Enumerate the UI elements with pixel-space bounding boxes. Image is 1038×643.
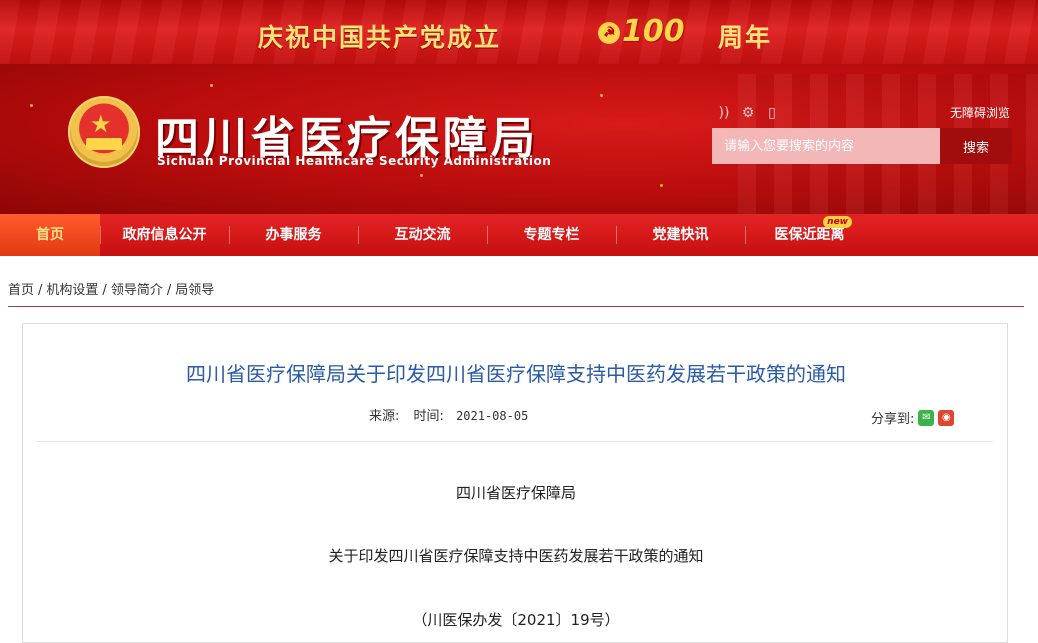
share-bar: 分享到: ✉ ◉ xyxy=(871,408,955,427)
sparkle xyxy=(210,84,213,87)
site-header: ★ 四川省医疗保障局 Sichuan Provincial Healthcare… xyxy=(0,64,1038,214)
sparkle xyxy=(30,104,33,107)
sparkle xyxy=(420,174,423,177)
sparkle xyxy=(660,184,663,187)
banner-number-text: 100 xyxy=(622,14,685,49)
banner-rays xyxy=(0,0,1038,64)
breadcrumb-separator: / xyxy=(38,283,43,298)
national-emblem-icon[interactable]: ★ xyxy=(68,96,140,168)
party-emblem-icon: ☭ xyxy=(598,21,620,44)
breadcrumb-divider xyxy=(8,306,1024,307)
mobile-icon[interactable]: ▯ xyxy=(764,105,780,121)
new-badge: new xyxy=(823,216,852,228)
nav-item-gov-info[interactable]: 政府信息公开 xyxy=(100,214,229,256)
site-subtitle: Sichuan Provincial Healthcare Security A… xyxy=(157,154,552,168)
breadcrumb-home[interactable]: 首页 xyxy=(8,283,34,298)
weibo-icon[interactable]: ◉ xyxy=(938,409,955,426)
share-label: 分享到: xyxy=(871,412,915,427)
article-card: 四川省医疗保障局关于印发四川省医疗保障支持中医药发展若干政策的通知 来源: 时间… xyxy=(22,323,1008,643)
celebration-banner: 庆祝中国共产党成立 ☭ 100 周年 xyxy=(0,0,1038,64)
emblem-gate-icon xyxy=(86,138,122,150)
article-paragraph: 关于印发四川省医疗保障支持中医药发展若干政策的通知 xyxy=(328,547,704,565)
accessibility-link[interactable]: 无障碍浏览 xyxy=(950,104,1010,121)
breadcrumb-separator: / xyxy=(166,283,172,298)
article-date: 2021-08-05 xyxy=(456,409,529,423)
nav-label: 医保近距离 xyxy=(774,227,845,243)
breadcrumb-bureau-leaders[interactable]: 局领导 xyxy=(175,283,214,298)
nav-label: 互动交流 xyxy=(394,227,451,243)
nav-item-party-news[interactable]: 党建快讯 xyxy=(616,214,745,256)
search-input[interactable] xyxy=(712,128,940,164)
article-paragraph: 四川省医疗保障局 xyxy=(455,484,576,502)
time-label: 时间: xyxy=(413,409,444,424)
banner-tail: 周年 xyxy=(718,23,773,52)
article-paragraph: （川医保办发〔2021〕19号） xyxy=(412,611,620,629)
rss-icon[interactable]: )) xyxy=(716,105,732,121)
article-title: 四川省医疗保障局关于印发四川省医疗保障支持中医药发展若干政策的通知 xyxy=(186,362,846,386)
nav-label: 首页 xyxy=(36,227,64,243)
emblem-star-icon: ★ xyxy=(90,110,112,138)
search-button[interactable]: 搜索 xyxy=(940,128,1012,164)
nav-label: 办事服务 xyxy=(265,227,322,243)
nav-item-interaction[interactable]: 互动交流 xyxy=(358,214,487,256)
nav-item-close-up[interactable]: 医保近距离 new xyxy=(745,214,874,256)
banner-number: ☭ 100 xyxy=(598,14,685,49)
breadcrumb: 首页 / 机构设置 / 领导简介 / 局领导 xyxy=(8,279,214,298)
article-divider xyxy=(37,441,993,442)
nav-item-home[interactable]: 首页 xyxy=(0,214,100,256)
breadcrumb-org[interactable]: 机构设置 xyxy=(46,283,98,298)
source-label: 来源: xyxy=(369,409,400,424)
sparkle xyxy=(600,94,603,97)
breadcrumb-separator: / xyxy=(102,283,107,298)
breadcrumb-leaders[interactable]: 领导简介 xyxy=(111,283,163,298)
nav-item-services[interactable]: 办事服务 xyxy=(229,214,358,256)
nav-label: 专题专栏 xyxy=(523,227,580,243)
wechat-icon[interactable]: ✉ xyxy=(918,409,935,426)
nav-label: 政府信息公开 xyxy=(122,227,207,243)
nav-label: 党建快讯 xyxy=(652,227,709,243)
header-tools: )) ⚙ ▯ xyxy=(716,105,780,121)
article-meta: 来源: 时间: 2021-08-05 xyxy=(369,405,528,424)
nav-item-topics[interactable]: 专题专栏 xyxy=(487,214,616,256)
settings-icon[interactable]: ⚙ xyxy=(740,105,756,121)
main-nav: 首页 政府信息公开 办事服务 互动交流 专题专栏 党建快讯 医保近距离 new xyxy=(0,214,1038,256)
banner-text: 庆祝中国共产党成立 xyxy=(258,23,502,52)
